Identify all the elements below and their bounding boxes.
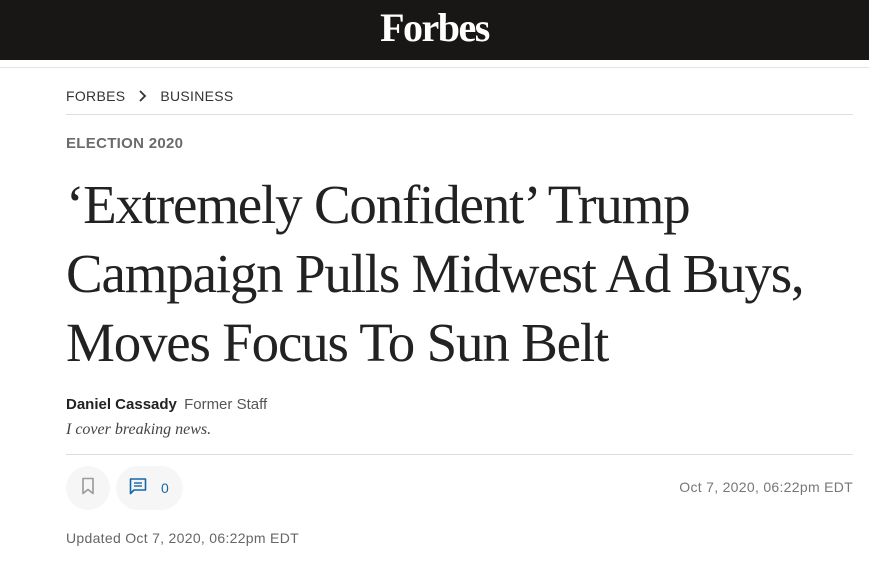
chevron-right-icon [137, 89, 147, 103]
bookmark-icon [80, 477, 96, 500]
article-actions: 0 [66, 466, 183, 510]
publish-date: Oct 7, 2020, 06:22pm EDT [679, 479, 853, 495]
breadcrumb-divider [66, 114, 853, 115]
header-divider [0, 67, 869, 68]
breadcrumb-item-business[interactable]: BUSINESS [160, 88, 233, 104]
article-headline: ‘Extremely Confident’ Trump Campaign Pul… [66, 174, 805, 373]
comment-count: 0 [161, 480, 169, 496]
section-label[interactable]: ELECTION 2020 [66, 135, 183, 152]
bookmark-button[interactable] [66, 466, 110, 510]
site-header: Forbes [0, 0, 869, 60]
author-bio: I cover breaking news. [66, 421, 212, 438]
comments-button[interactable]: 0 [116, 466, 183, 510]
comment-icon [129, 477, 147, 500]
byline: Daniel Cassady Former Staff [66, 396, 267, 413]
author-name[interactable]: Daniel Cassady [66, 396, 177, 413]
breadcrumb-item-forbes[interactable]: FORBES [66, 88, 125, 104]
updated-date: Updated Oct 7, 2020, 06:22pm EDT [66, 530, 299, 546]
forbes-logo[interactable]: Forbes [380, 8, 490, 48]
author-role: Former Staff [184, 396, 268, 413]
breadcrumb: FORBES BUSINESS [66, 88, 234, 104]
byline-divider [66, 454, 853, 455]
